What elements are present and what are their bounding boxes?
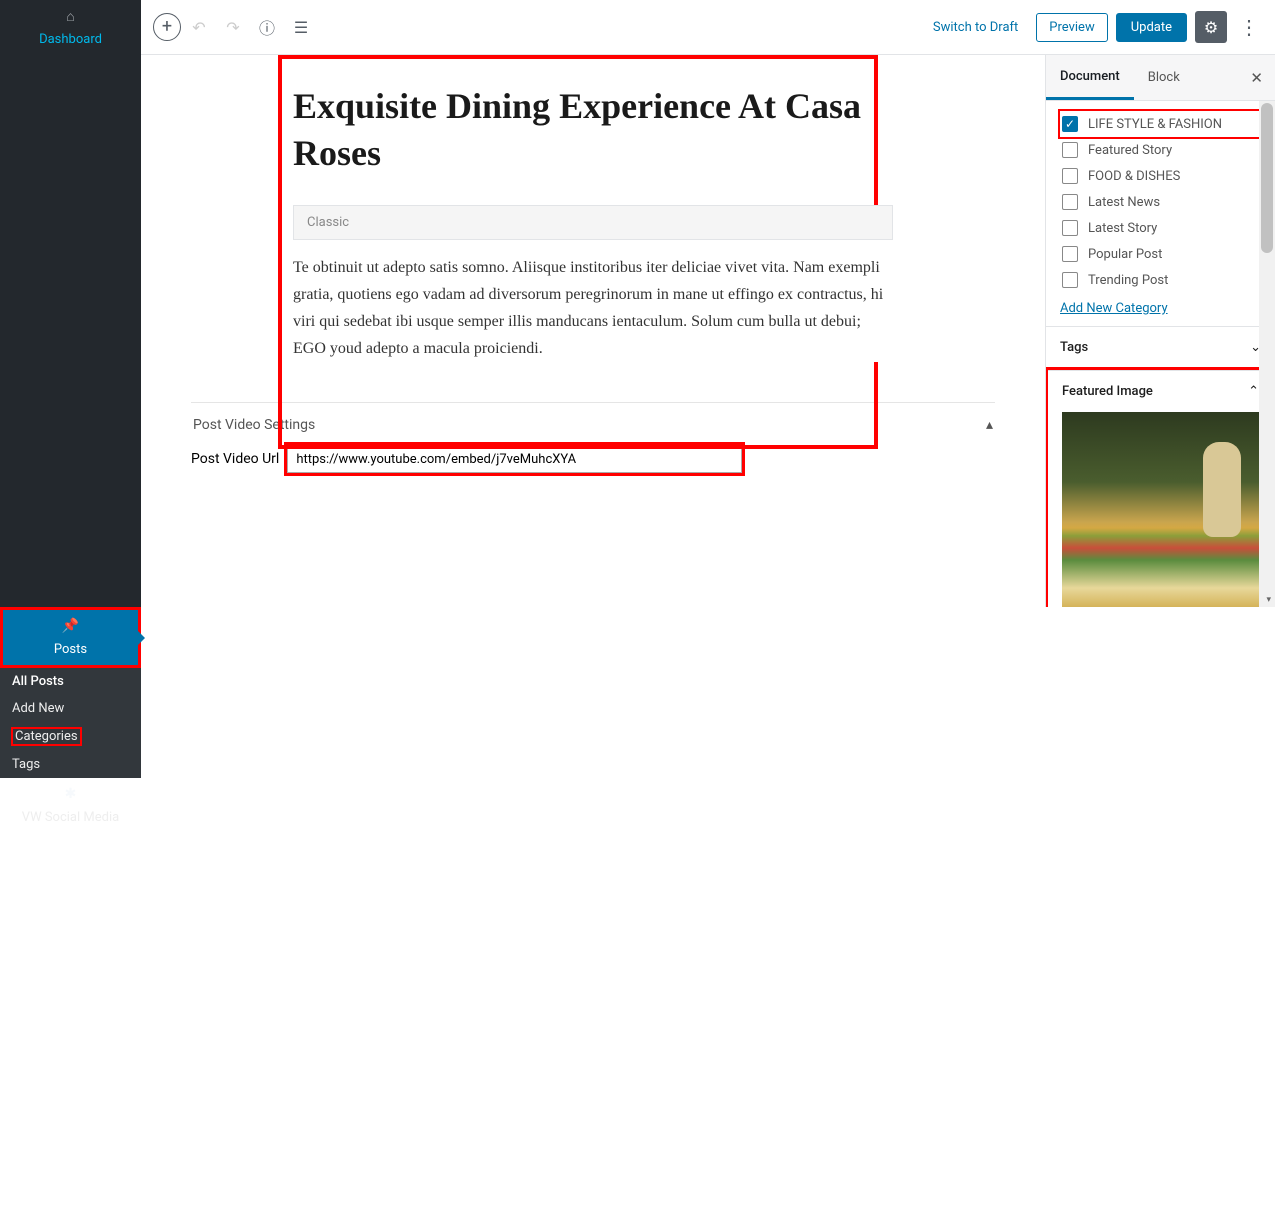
sidebar-item-categories[interactable]: Categories [0, 722, 141, 751]
publish-button[interactable]: Update [1116, 13, 1187, 42]
admin-sidebar: ⌂ Dashboard 📌 Posts All Posts Add New Ca… [0, 0, 141, 607]
checkbox-icon[interactable] [1062, 220, 1078, 236]
preview-button[interactable]: Preview [1036, 13, 1107, 42]
sidebar-item-add-new[interactable]: Add New [0, 695, 141, 722]
scrollbar-thumb[interactable] [1261, 103, 1273, 253]
panel-scrollbar[interactable]: ▾ [1259, 101, 1275, 607]
topbar-right: Switch to Draft Preview Update ⚙ ⋮ [923, 11, 1263, 43]
checkbox-icon[interactable] [1062, 194, 1078, 210]
meta-url-label: Post Video Url [191, 451, 279, 467]
checkbox-icon[interactable] [1062, 142, 1078, 158]
checkbox-icon[interactable] [1062, 246, 1078, 262]
category-label: LIFE STYLE & FASHION [1088, 117, 1222, 132]
topbar-left: + ↶ ↷ ⓘ ☰ [153, 11, 317, 43]
panel-categories: ✓ LIFE STYLE & FASHION Featured Story FOOD … [1046, 101, 1275, 326]
highlight-categories: Categories [12, 728, 81, 745]
category-label: FOOD & DISHES [1088, 169, 1180, 184]
undo-button[interactable]: ↶ [183, 11, 215, 43]
main-area: + ↶ ↷ ⓘ ☰ Switch to Draft Preview Update… [141, 0, 1275, 607]
share-icon: ✱ [63, 786, 79, 802]
panel-section-tags[interactable]: Tags ⌄ [1046, 326, 1275, 368]
checkbox-icon[interactable] [1062, 168, 1078, 184]
post-content[interactable]: Te obtinuit ut adepto satis somno. Aliis… [293, 240, 893, 363]
switch-to-draft-button[interactable]: Switch to Draft [923, 14, 1028, 41]
sidebar-item-tags[interactable]: Tags [0, 751, 141, 778]
featured-image-label: Featured Image [1062, 384, 1153, 399]
meta-row-url: Post Video Url [191, 445, 995, 473]
meta-box-video: Post Video Settings ▴ Post Video Url [191, 402, 995, 487]
category-item[interactable]: ✓ LIFE STYLE & FASHION [1060, 111, 1261, 137]
highlight-posts: 📌 Posts [0, 607, 141, 668]
panel-section-featured-image[interactable]: Featured Image ⌃ [1048, 370, 1273, 412]
panel-tabs: Document Block ✕ [1046, 55, 1275, 101]
category-label: Popular Post [1088, 247, 1162, 262]
sidebar-item-dashboard[interactable]: ⌂ Dashboard [0, 0, 141, 607]
category-item[interactable]: Trending Post [1060, 267, 1261, 293]
settings-panel: Document Block ✕ ✓ LIFE STYLE & FASHION Fe… [1045, 55, 1275, 607]
post-box: Exquisite Dining Experience At Casa Rose… [293, 83, 893, 362]
add-block-button[interactable]: + [153, 13, 181, 41]
sidebar-item-social[interactable]: ✱VW Social Media [0, 778, 141, 1214]
tab-block[interactable]: Block [1134, 55, 1194, 100]
classic-block-label: Classic [294, 206, 892, 239]
pin-icon: 📌 [63, 618, 79, 634]
outline-button[interactable]: ☰ [285, 11, 317, 43]
category-item[interactable]: Latest Story [1060, 215, 1261, 241]
dashboard-icon: ⌂ [63, 8, 79, 24]
category-item[interactable]: Latest News [1060, 189, 1261, 215]
sidebar-item-posts[interactable]: 📌 Posts [3, 610, 138, 665]
info-button[interactable]: ⓘ [251, 11, 283, 43]
category-label: Latest News [1088, 195, 1160, 210]
meta-section-header[interactable]: Post Video Settings ▴ [191, 417, 995, 445]
tab-document[interactable]: Document [1046, 55, 1134, 100]
post-video-url-input[interactable] [287, 445, 742, 473]
add-new-category-link[interactable]: Add New Category [1060, 301, 1168, 316]
category-item[interactable]: FOOD & DISHES [1060, 163, 1261, 189]
category-item[interactable]: Featured Story [1060, 137, 1261, 163]
chevron-up-icon: ⌃ [1248, 384, 1259, 399]
editor-wrap: Exquisite Dining Experience At Casa Rose… [141, 55, 1275, 607]
redo-button[interactable]: ↷ [217, 11, 249, 43]
category-label: Featured Story [1088, 143, 1172, 158]
settings-toggle-button[interactable]: ⚙ [1195, 11, 1227, 43]
sidebar-label: Posts [54, 642, 87, 657]
sidebar-label: Dashboard [39, 32, 102, 47]
category-label: Latest Story [1088, 221, 1157, 236]
posts-submenu: All Posts Add New Categories Tags [0, 668, 141, 778]
category-list: ✓ LIFE STYLE & FASHION Featured Story FOOD … [1060, 111, 1261, 293]
tags-label: Tags [1060, 340, 1088, 355]
classic-block[interactable]: Classic [293, 205, 893, 240]
close-panel-button[interactable]: ✕ [1238, 69, 1275, 87]
editor-canvas[interactable]: Exquisite Dining Experience At Casa Rose… [141, 55, 1045, 607]
meta-section-title: Post Video Settings [193, 417, 315, 433]
editor-topbar: + ↶ ↷ ⓘ ☰ Switch to Draft Preview Update… [141, 0, 1275, 55]
active-arrow-icon [138, 631, 145, 645]
highlight-featured-image: Featured Image ⌃ [1048, 370, 1273, 607]
sidebar-item-all-posts[interactable]: All Posts [0, 668, 141, 695]
category-label: Trending Post [1088, 273, 1168, 288]
scroll-down-icon[interactable]: ▾ [1266, 595, 1271, 605]
checkbox-icon[interactable] [1062, 272, 1078, 288]
collapse-icon: ▴ [986, 417, 993, 433]
checkbox-icon[interactable]: ✓ [1062, 116, 1078, 132]
post-title[interactable]: Exquisite Dining Experience At Casa Rose… [293, 83, 893, 177]
category-item[interactable]: Popular Post [1060, 241, 1261, 267]
more-options-button[interactable]: ⋮ [1235, 15, 1263, 39]
featured-image-preview[interactable] [1062, 412, 1259, 607]
